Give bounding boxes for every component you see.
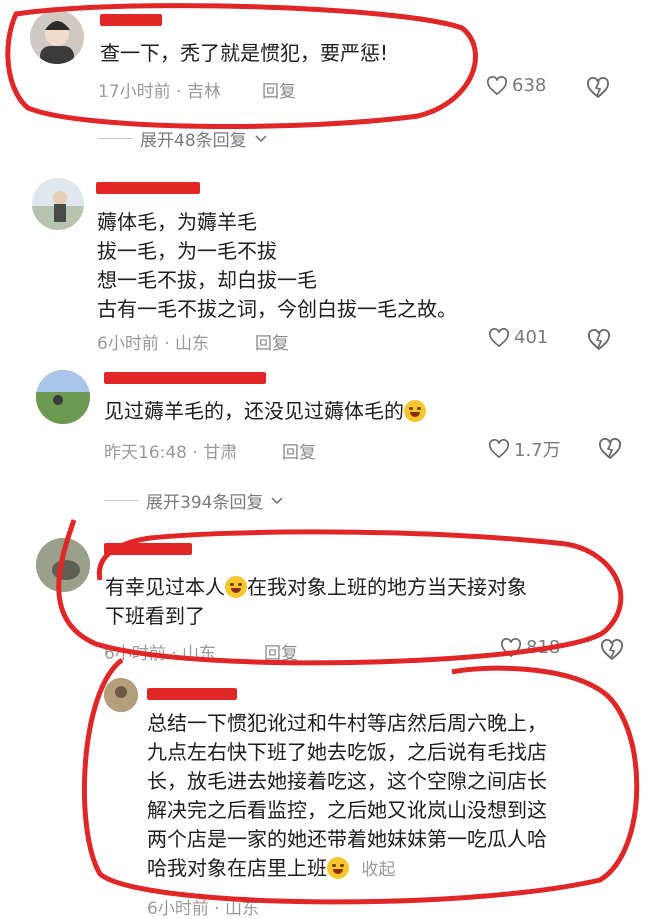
avatar-image — [36, 370, 90, 424]
dislike-icon[interactable] — [587, 329, 611, 351]
comment-location: 山东 — [182, 644, 217, 664]
dislike-icon[interactable] — [598, 438, 622, 460]
username-redacted — [96, 182, 200, 194]
comment-time: 6小时前 — [97, 334, 159, 354]
comment-meta: 6小时前 · 山东 — [147, 899, 260, 919]
heart-icon — [487, 75, 507, 95]
comment-text-line: 总结一下惯犯讹过和牛村等店然后周六晚上， — [147, 711, 547, 735]
avatar[interactable] — [36, 538, 90, 592]
reply-button[interactable]: 回复 — [264, 639, 298, 664]
collapse-button[interactable]: 收起 — [361, 860, 395, 880]
comment-text-line: 解决完之后看监控，之后她又讹岚山没想到这 — [147, 798, 547, 822]
comment-text-line: 古有一毛不拔之词，今创白拔一毛之故。 — [97, 297, 457, 321]
comment-text-line: 拔一毛，为一毛不拔 — [97, 239, 277, 263]
reply-button[interactable]: 回复 — [262, 77, 296, 102]
like-button[interactable]: 638 — [486, 75, 546, 96]
avatar[interactable] — [32, 178, 84, 230]
chevron-down-icon — [255, 134, 267, 142]
comment-meta: 17小时前 · 吉林 — [98, 82, 221, 102]
avatar-image — [40, 21, 74, 64]
comment-text-line: 两个店是一家的她还带着她妹妹第一吃瓜人哈 — [147, 827, 547, 851]
comment-text: 查一下，秃了就是惯犯，要严惩! — [100, 41, 389, 65]
comment-location: 山东 — [175, 334, 210, 354]
comment-text-line: 长，放毛进去她接着吃这，这个空隙之间店长 — [147, 769, 547, 793]
reply-button[interactable]: 回复 — [255, 329, 289, 354]
comment-text: 见过薅羊毛的，还没见过薅体毛的 — [104, 398, 426, 425]
winking-emoji-icon — [327, 857, 349, 879]
comment-text-line: 有幸见过本人 在我对象上班的地方当天接对象 — [105, 575, 527, 599]
comment-text-line: 薅体毛，为薅羊毛 — [97, 210, 257, 234]
like-count: 1.7万 — [514, 440, 561, 461]
heart-icon — [501, 637, 521, 657]
heart-icon — [489, 327, 509, 347]
comment-time: 6小时前 — [104, 644, 166, 664]
avatar-image — [36, 538, 90, 592]
username-redacted — [147, 688, 237, 700]
comment-location: 山东 — [225, 899, 260, 919]
expand-replies-button[interactable]: 展开48条回复 — [98, 126, 267, 151]
comment-text-line: 下班看到了 — [105, 604, 205, 628]
comment-meta: 昨天16:48 · 甘肃 — [104, 443, 238, 463]
like-count: 401 — [514, 327, 549, 348]
expand-replies-button[interactable]: 展开394条回复 — [104, 488, 284, 513]
heart-icon — [489, 439, 509, 459]
username-redacted — [100, 14, 162, 26]
avatar[interactable] — [104, 678, 138, 712]
comment-text-line: 想一毛不拔，却白拔一毛 — [97, 268, 317, 292]
avatar-image — [104, 678, 138, 712]
dislike-icon[interactable] — [586, 77, 610, 99]
comment-location: 吉林 — [186, 82, 221, 102]
grinning-sweat-emoji-icon — [225, 576, 247, 598]
like-button[interactable]: 818 — [500, 637, 560, 658]
comment-time: 昨天16:48 — [104, 443, 187, 463]
comment-text-line: 九点左右快下班了她去吃饭，之后说有毛找店 — [147, 740, 547, 764]
divider — [104, 500, 138, 501]
comment-location: 甘肃 — [203, 443, 238, 463]
avatar[interactable] — [36, 370, 90, 424]
comment-time: 6小时前 — [147, 899, 209, 919]
username-redacted — [104, 372, 266, 384]
avatar[interactable] — [30, 10, 84, 64]
laughing-emoji-icon — [404, 400, 426, 422]
like-button[interactable]: 1.7万 — [488, 436, 561, 462]
username-redacted — [104, 543, 192, 555]
comment-time: 17小时前 — [98, 82, 171, 102]
like-button[interactable]: 401 — [488, 327, 548, 348]
dislike-icon[interactable] — [600, 639, 624, 661]
comment-meta: 6小时前 · 山东 — [104, 644, 217, 664]
like-count: 818 — [526, 637, 561, 658]
comment-meta: 6小时前 · 山东 — [97, 334, 210, 354]
like-count: 638 — [512, 75, 547, 96]
divider — [98, 138, 132, 139]
chevron-down-icon — [271, 496, 284, 504]
reply-button[interactable]: 回复 — [282, 438, 316, 463]
avatar-image — [32, 191, 84, 230]
comment-text-line: 哈我对象在店里上班 收起 — [147, 856, 396, 880]
